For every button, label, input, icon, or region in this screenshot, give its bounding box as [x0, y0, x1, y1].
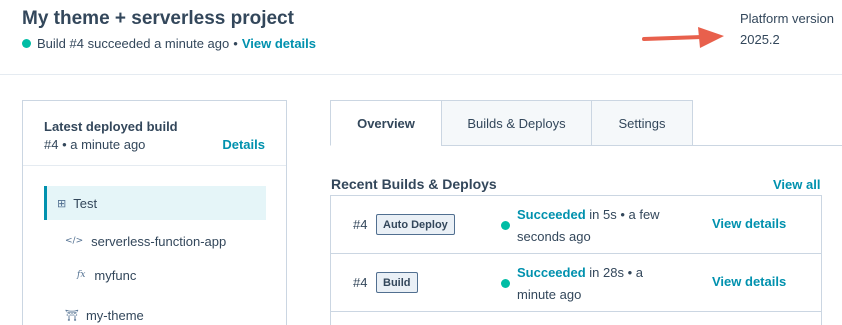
latest-build-title: Latest deployed build — [44, 119, 178, 134]
build-number: #4 — [353, 275, 368, 290]
build-status: Succeeded in 5s • a few seconds ago — [517, 204, 667, 248]
tree-item-label: serverless-function-app — [91, 233, 227, 249]
recent-builds-table: #4 Auto Deploy Succeeded in 5s • a few s… — [330, 195, 822, 325]
table-row: #4 Auto Deploy Succeeded in 5s • a few s… — [331, 196, 821, 254]
status-label: Succeeded — [517, 207, 586, 222]
build-number: #4 — [353, 217, 368, 232]
grid-icon: ⊞ — [57, 196, 67, 210]
tree-item-label: my-theme — [85, 307, 144, 323]
platform-version-label: Platform version — [740, 11, 834, 26]
view-all-link[interactable]: View all — [773, 177, 820, 192]
build-type-tag: Auto Deploy — [376, 214, 455, 235]
tab-builds-deploys[interactable]: Builds & Deploys — [441, 100, 592, 146]
details-link[interactable]: Details — [222, 137, 265, 152]
tree-item-label: myfunc — [94, 267, 137, 283]
separator-dot: • — [233, 36, 238, 51]
success-status-dot — [22, 39, 31, 48]
build-status-text: Build #4 succeeded a minute ago — [37, 36, 230, 51]
latest-build-meta: #4 • a minute ago — [44, 137, 146, 152]
success-status-dot — [501, 279, 510, 288]
code-icon: </> — [65, 236, 84, 246]
build-status: Succeeded in 28s • a minute ago — [517, 262, 667, 306]
view-details-link[interactable]: View details — [242, 36, 316, 51]
project-tabs: Overview Builds & Deploys Settings — [330, 100, 693, 146]
tree-item-label: Test — [73, 195, 98, 211]
platform-version-value: 2025.2 — [740, 32, 780, 47]
build-status-line: Build #4 succeeded a minute ago • View d… — [22, 36, 316, 51]
status-label: Succeeded — [517, 265, 586, 280]
recent-builds-title: Recent Builds & Deploys — [331, 176, 497, 192]
annotation-arrow-icon — [642, 27, 724, 48]
tree-item-test[interactable]: ⊞ Test — [44, 186, 266, 220]
function-icon: fx — [77, 270, 86, 280]
header-divider — [0, 74, 842, 75]
build-type-tag: Build — [376, 272, 418, 293]
view-details-link[interactable]: View details — [712, 274, 786, 289]
tree-item-serverless-function-app[interactable]: </> serverless-function-app — [65, 231, 226, 251]
tab-baseline — [691, 145, 842, 146]
latest-build-panel: Latest deployed build #4 • a minute ago … — [22, 100, 287, 325]
tree-item-myfunc[interactable]: fx myfunc — [77, 265, 136, 285]
view-details-link[interactable]: View details — [712, 216, 786, 231]
tree-item-my-theme[interactable]: ⛩ my-theme — [65, 305, 144, 325]
theme-icon: ⛩ — [65, 308, 79, 322]
page-title: My theme + serverless project — [22, 8, 294, 29]
success-status-dot — [501, 221, 510, 230]
panel-divider — [23, 165, 286, 166]
tab-overview[interactable]: Overview — [330, 100, 442, 146]
table-row: #4 Build Succeeded in 28s • a minute ago… — [331, 254, 821, 312]
tab-settings[interactable]: Settings — [591, 100, 693, 146]
